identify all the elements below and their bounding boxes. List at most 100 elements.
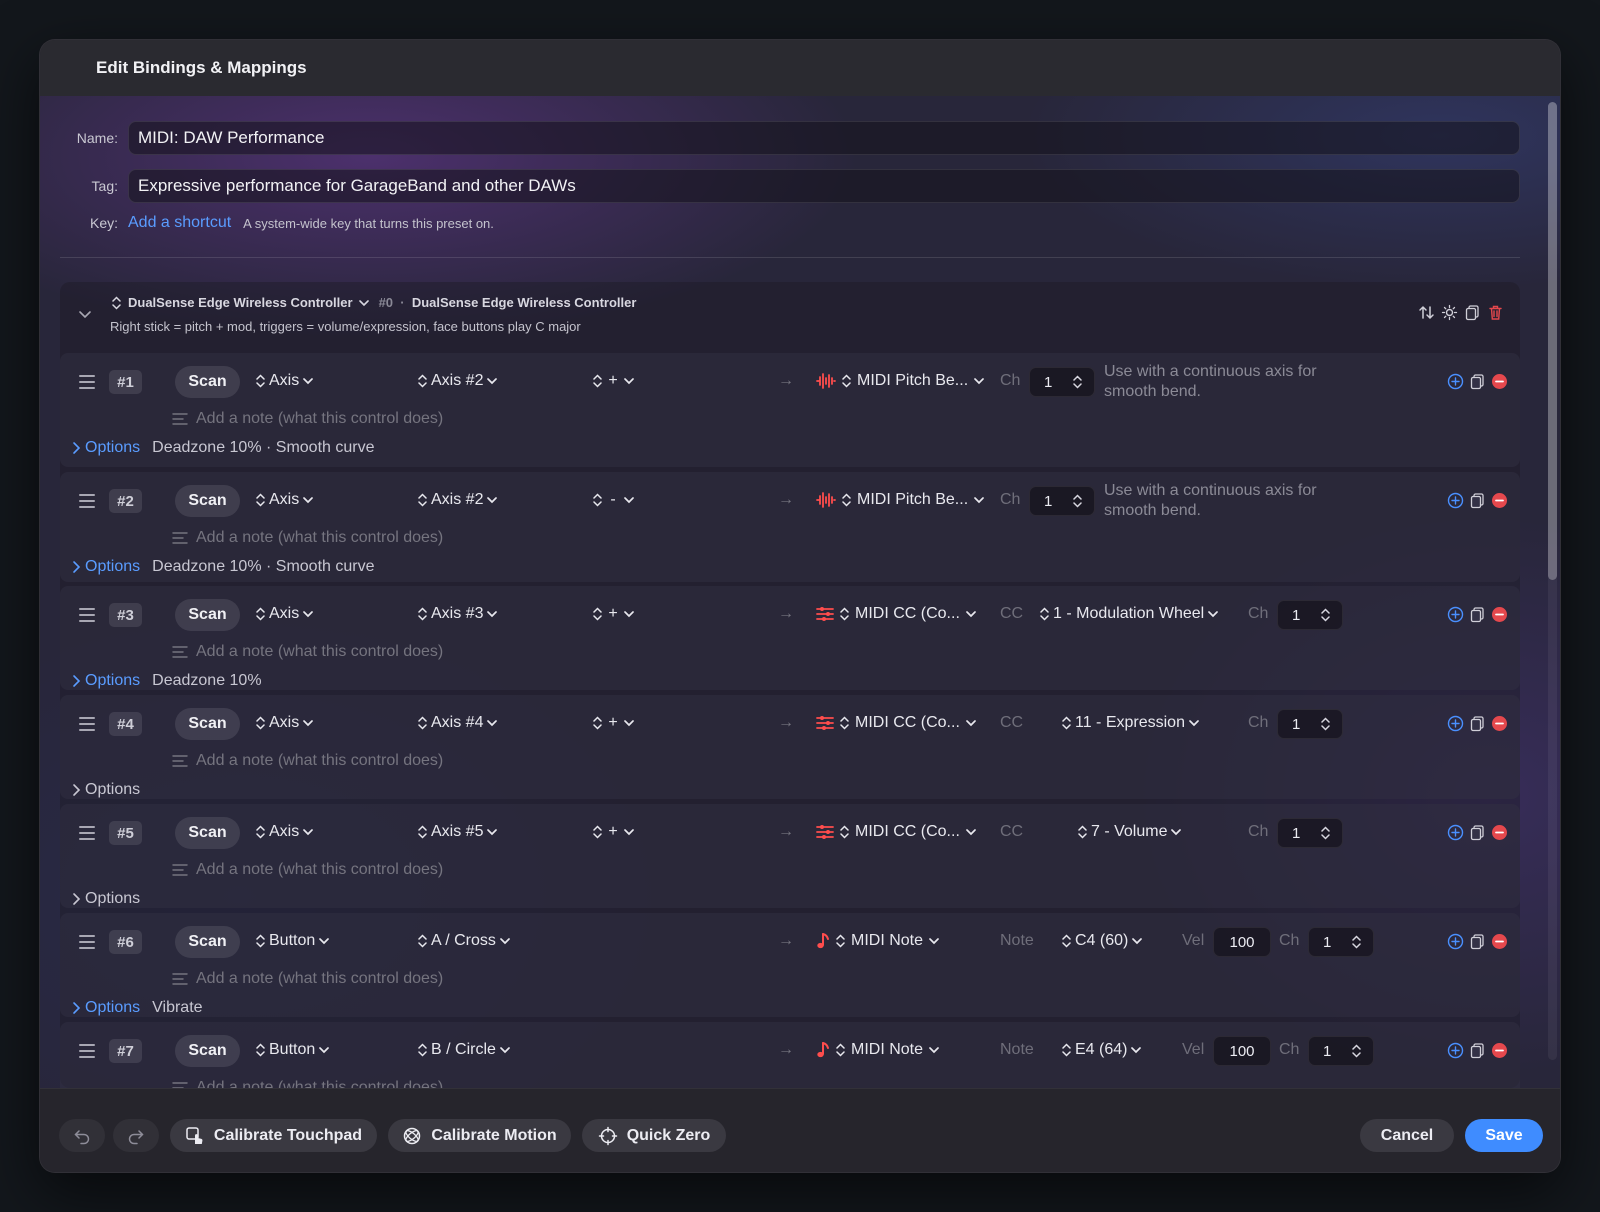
direction-select[interactable]: + bbox=[593, 823, 634, 841]
channel-stepper[interactable]: 1 bbox=[1029, 486, 1095, 516]
channel-stepper[interactable]: 1 bbox=[1277, 600, 1343, 630]
direction-select[interactable]: - bbox=[593, 491, 634, 509]
scrollbar-thumb[interactable] bbox=[1548, 102, 1557, 580]
note-field[interactable]: Add a note (what this control does) bbox=[172, 752, 443, 770]
drag-handle[interactable] bbox=[78, 1044, 96, 1058]
channel-stepper[interactable]: 1 bbox=[1277, 709, 1343, 739]
target-select[interactable]: MIDI Pitch Be... bbox=[816, 491, 984, 509]
collapse-chevron-icon[interactable] bbox=[77, 306, 93, 322]
duplicate-icon[interactable] bbox=[1469, 715, 1486, 732]
input-source-select[interactable]: A / Cross bbox=[418, 932, 510, 950]
duplicate-icon[interactable] bbox=[1469, 492, 1486, 509]
scan-button[interactable]: Scan bbox=[175, 817, 240, 849]
cancel-button[interactable]: Cancel bbox=[1360, 1119, 1454, 1152]
note-field[interactable]: Add a note (what this control does) bbox=[172, 861, 443, 879]
note-field[interactable]: Add a note (what this control does) bbox=[172, 970, 443, 988]
direction-select[interactable]: + bbox=[593, 605, 634, 623]
direction-select[interactable]: + bbox=[593, 714, 634, 732]
options-toggle[interactable]: Options bbox=[72, 781, 140, 799]
add-icon[interactable] bbox=[1447, 824, 1464, 841]
brightness-icon[interactable] bbox=[1441, 304, 1458, 321]
options-toggle[interactable]: Options bbox=[72, 890, 140, 908]
drag-handle[interactable] bbox=[78, 608, 96, 622]
channel-stepper[interactable]: 1 bbox=[1308, 927, 1374, 957]
velocity-field[interactable]: 100 bbox=[1213, 927, 1271, 957]
drag-handle[interactable] bbox=[78, 717, 96, 731]
name-input[interactable]: MIDI: DAW Performance bbox=[128, 121, 1520, 155]
input-source-select[interactable]: Axis #2 bbox=[418, 372, 498, 390]
add-shortcut-link[interactable]: Add a shortcut bbox=[128, 214, 231, 232]
note-select[interactable]: C4 (60) bbox=[1062, 932, 1143, 950]
input-source-select[interactable]: B / Circle bbox=[418, 1041, 510, 1059]
remove-icon[interactable] bbox=[1491, 492, 1508, 509]
velocity-field[interactable]: 100 bbox=[1213, 1036, 1271, 1066]
input-source-select[interactable]: Axis #3 bbox=[418, 605, 498, 623]
note-field[interactable]: Add a note (what this control does) bbox=[172, 529, 443, 547]
trash-icon[interactable] bbox=[1487, 304, 1504, 321]
add-icon[interactable] bbox=[1447, 492, 1464, 509]
remove-icon[interactable] bbox=[1491, 933, 1508, 950]
input-source-select[interactable]: Axis #4 bbox=[418, 714, 498, 732]
duplicate-icon[interactable] bbox=[1469, 373, 1486, 390]
add-icon[interactable] bbox=[1447, 933, 1464, 950]
channel-stepper[interactable]: 1 bbox=[1308, 1036, 1374, 1066]
channel-stepper[interactable]: 1 bbox=[1277, 818, 1343, 848]
note-field[interactable]: Add a note (what this control does) bbox=[172, 643, 443, 661]
scan-button[interactable]: Scan bbox=[175, 366, 240, 398]
duplicate-icon[interactable] bbox=[1469, 824, 1486, 841]
cc-select[interactable]: 1 - Modulation Wheel bbox=[1040, 605, 1219, 623]
quick-zero-button[interactable]: Quick Zero bbox=[582, 1119, 726, 1152]
input-kind-select[interactable]: Axis bbox=[256, 714, 314, 732]
note-field[interactable]: Add a note (what this control does) bbox=[172, 410, 443, 428]
remove-icon[interactable] bbox=[1491, 824, 1508, 841]
input-kind-select[interactable]: Axis bbox=[256, 491, 314, 509]
target-select[interactable]: MIDI CC (Co... bbox=[816, 714, 976, 732]
scan-button[interactable]: Scan bbox=[175, 926, 240, 958]
duplicate-icon[interactable] bbox=[1469, 606, 1486, 623]
options-toggle[interactable]: Options Vibrate bbox=[72, 999, 203, 1017]
input-kind-select[interactable]: Axis bbox=[256, 823, 314, 841]
input-kind-select[interactable]: Axis bbox=[256, 372, 314, 390]
add-icon[interactable] bbox=[1447, 606, 1464, 623]
duplicate-icon[interactable] bbox=[1469, 933, 1486, 950]
channel-stepper[interactable]: 1 bbox=[1029, 367, 1095, 397]
scan-button[interactable]: Scan bbox=[175, 485, 240, 517]
direction-select[interactable]: + bbox=[593, 372, 634, 390]
scan-button[interactable]: Scan bbox=[175, 1035, 240, 1067]
tag-input[interactable]: Expressive performance for GarageBand an… bbox=[128, 169, 1520, 203]
target-select[interactable]: MIDI Note bbox=[816, 1041, 939, 1059]
note-field[interactable]: Add a note (what this control does) bbox=[172, 1079, 443, 1088]
drag-handle[interactable] bbox=[78, 935, 96, 949]
note-select[interactable]: E4 (64) bbox=[1062, 1041, 1142, 1059]
drag-handle[interactable] bbox=[78, 494, 96, 508]
remove-icon[interactable] bbox=[1491, 1042, 1508, 1059]
redo-button[interactable] bbox=[113, 1119, 159, 1152]
input-source-select[interactable]: Axis #5 bbox=[418, 823, 498, 841]
add-icon[interactable] bbox=[1447, 715, 1464, 732]
remove-icon[interactable] bbox=[1491, 606, 1508, 623]
scan-button[interactable]: Scan bbox=[175, 599, 240, 631]
add-icon[interactable] bbox=[1447, 373, 1464, 390]
remove-icon[interactable] bbox=[1491, 373, 1508, 390]
options-toggle[interactable]: Options Deadzone 10% · Smooth curve bbox=[72, 558, 374, 576]
input-kind-select[interactable]: Button bbox=[256, 1041, 330, 1059]
input-kind-select[interactable]: Button bbox=[256, 932, 330, 950]
input-source-select[interactable]: Axis #2 bbox=[418, 491, 498, 509]
target-select[interactable]: MIDI CC (Co... bbox=[816, 605, 976, 623]
cc-select[interactable]: 11 - Expression bbox=[1062, 714, 1199, 732]
remove-icon[interactable] bbox=[1491, 715, 1508, 732]
device-selector[interactable]: DualSense Edge Wireless Controller #0 · … bbox=[112, 295, 636, 310]
calibrate-touchpad-button[interactable]: Calibrate Touchpad bbox=[170, 1119, 377, 1152]
undo-button[interactable] bbox=[59, 1119, 105, 1152]
duplicate-icon[interactable] bbox=[1469, 1042, 1486, 1059]
target-select[interactable]: MIDI Pitch Be... bbox=[816, 372, 984, 390]
input-kind-select[interactable]: Axis bbox=[256, 605, 314, 623]
drag-handle[interactable] bbox=[78, 826, 96, 840]
sort-icon[interactable] bbox=[1418, 304, 1435, 321]
scrollbar[interactable] bbox=[1548, 102, 1557, 1060]
target-select[interactable]: MIDI Note bbox=[816, 932, 939, 950]
add-icon[interactable] bbox=[1447, 1042, 1464, 1059]
options-toggle[interactable]: Options Deadzone 10% bbox=[72, 672, 262, 690]
save-button[interactable]: Save bbox=[1465, 1119, 1543, 1152]
target-select[interactable]: MIDI CC (Co... bbox=[816, 823, 976, 841]
